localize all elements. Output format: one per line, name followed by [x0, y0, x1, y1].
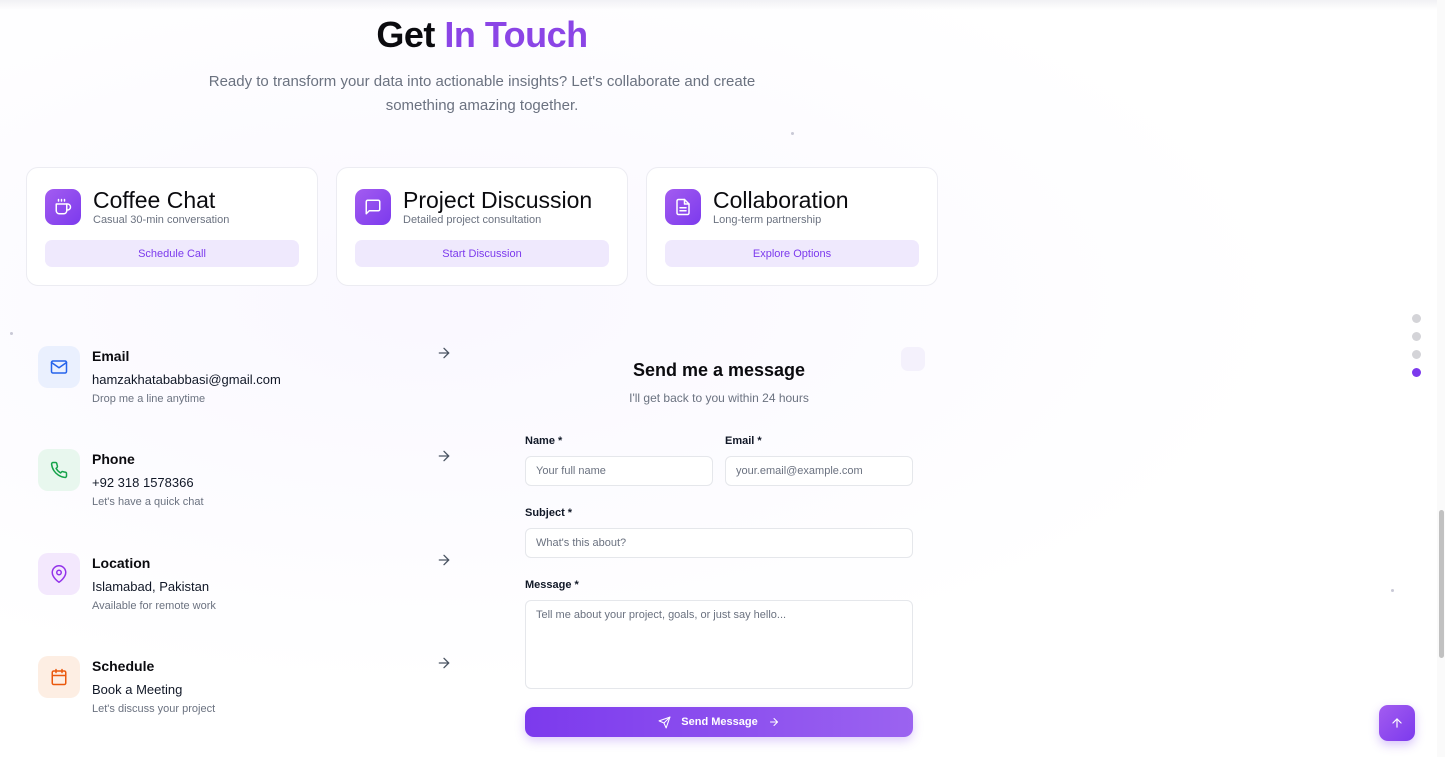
form-subtitle: I'll get back to you within 24 hours: [629, 391, 809, 405]
message-textarea[interactable]: [525, 600, 913, 689]
contact-label: Phone: [92, 451, 135, 467]
top-header-shadow: [0, 0, 1445, 10]
section-nav-dot-active[interactable]: [1412, 368, 1421, 377]
decor-dot: [1391, 589, 1394, 592]
send-icon: [658, 716, 671, 728]
name-input[interactable]: [525, 456, 713, 486]
start-discussion-button[interactable]: Start Discussion: [355, 240, 609, 267]
card-title: Coffee Chat: [93, 187, 216, 213]
arrow-right-icon: [769, 718, 778, 726]
subject-input[interactable]: [525, 528, 913, 558]
card-description: Casual 30-min conversation: [93, 214, 230, 226]
card-project-discussion: Project Discussion Detailed project cons…: [336, 167, 628, 286]
arrow-right-icon: [438, 450, 450, 462]
arrow-right-icon: [438, 347, 450, 359]
contact-schedule[interactable]: Schedule Book a Meeting Let's discuss yo…: [38, 656, 458, 736]
decor-dot: [791, 132, 794, 135]
document-icon: [665, 189, 701, 225]
location-pin-icon: [38, 553, 80, 595]
contact-value: hamzakhatababbasi@gmail.com: [92, 372, 281, 387]
phone-icon: [38, 449, 80, 491]
form-title: Send me a message: [632, 360, 806, 380]
arrow-right-icon: [438, 657, 450, 669]
contact-email[interactable]: Email hamzakhatababbasi@gmail.com Drop m…: [38, 346, 458, 426]
contact-note: Let's have a quick chat: [92, 496, 204, 508]
contact-note: Drop me a line anytime: [92, 393, 206, 405]
message-icon: [355, 189, 391, 225]
contact-note: Let's discuss your project: [92, 703, 216, 715]
contact-phone[interactable]: Phone +92 318 1578366 Let's have a quick…: [38, 449, 458, 529]
card-coffee-chat: Coffee Chat Casual 30-min conversation S…: [26, 167, 318, 286]
contact-label: Schedule: [92, 658, 155, 674]
scrollbar-thumb[interactable]: [1439, 510, 1444, 658]
title-prefix: Get: [376, 14, 445, 55]
email-label: Email *: [725, 435, 762, 447]
card-collaboration: Collaboration Long-term partnership Expl…: [646, 167, 938, 286]
contact-label: Email: [92, 348, 130, 364]
decor-dot: [10, 332, 13, 335]
explore-options-button[interactable]: Explore Options: [665, 240, 919, 267]
section-nav-dot[interactable]: [1412, 314, 1421, 323]
mail-icon: [38, 346, 80, 388]
page-title: Get In Touch: [0, 14, 964, 56]
contact-form: Send me a message I'll get back to you w…: [512, 340, 926, 750]
card-description: Detailed project consultation: [403, 214, 542, 226]
email-input[interactable]: [725, 456, 913, 486]
page-subtitle: Ready to transform your data into action…: [208, 73, 756, 114]
card-title: Project Discussion: [403, 187, 593, 213]
send-message-label: Send Message: [681, 716, 758, 728]
title-accent: In Touch: [444, 14, 588, 55]
card-title: Collaboration: [713, 187, 849, 213]
coffee-icon: [45, 189, 81, 225]
contact-label: Location: [92, 555, 151, 571]
contact-value: +92 318 1578366: [92, 475, 194, 490]
message-label: Message *: [525, 579, 579, 591]
arrow-up-icon: [1392, 718, 1402, 728]
contact-note: Available for remote work: [92, 600, 216, 612]
section-nav-dot[interactable]: [1412, 350, 1421, 359]
name-label: Name *: [525, 435, 563, 447]
send-message-button[interactable]: Send Message: [525, 707, 913, 737]
card-description: Long-term partnership: [713, 214, 822, 226]
schedule-call-button[interactable]: Schedule Call: [45, 240, 299, 267]
contact-location[interactable]: Location Islamabad, Pakistan Available f…: [38, 553, 458, 633]
arrow-right-icon: [438, 554, 450, 566]
subject-label: Subject *: [525, 507, 573, 519]
contact-value: Islamabad, Pakistan: [92, 579, 210, 594]
back-to-top-button[interactable]: [1379, 705, 1415, 741]
calendar-icon: [38, 656, 80, 698]
contact-value: Book a Meeting: [92, 682, 183, 697]
section-nav-dot[interactable]: [1412, 332, 1421, 341]
